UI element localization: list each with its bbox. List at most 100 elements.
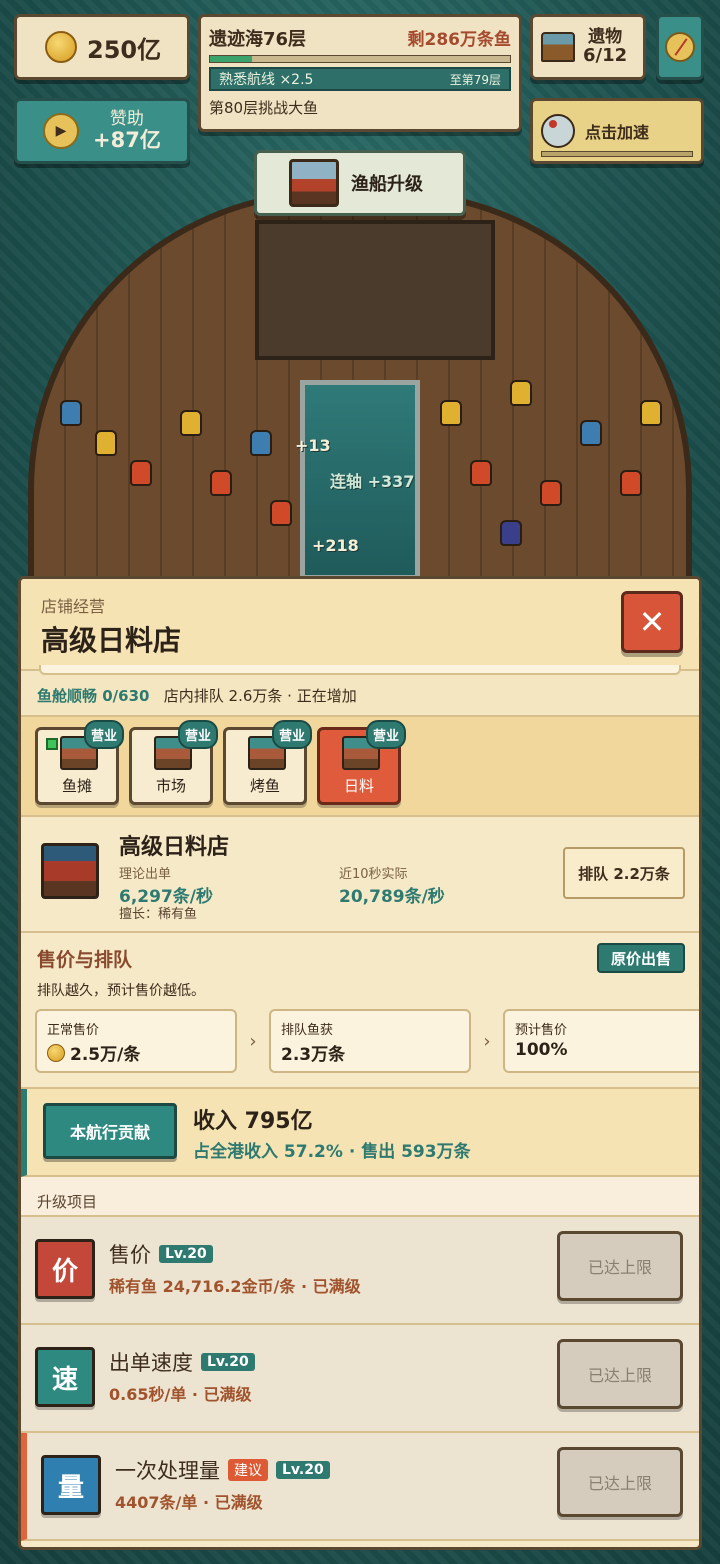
relic-count: 6/12: [583, 45, 628, 67]
boss-challenge-text: 第80层挑战大鱼: [209, 99, 319, 117]
income-value: 收入 795亿: [193, 1109, 313, 1134]
boost-label: 点击加速: [585, 123, 650, 142]
price-note: 排队越久，预计售价越低。: [37, 983, 205, 999]
tab-fish-stall[interactable]: 营业 鱼摊: [35, 720, 124, 805]
relic-text: 遗物 6/12: [583, 28, 627, 66]
relics-button[interactable]: 遗物 6/12: [530, 14, 646, 80]
fish-remaining: 剩286万条鱼: [407, 30, 512, 50]
queue-button[interactable]: 排队 2.2万条: [563, 847, 685, 899]
shop-specialty: 擅长：稀有鱼: [119, 907, 198, 922]
float-gain: +13: [295, 436, 331, 455]
expected-price-value: 100%: [515, 1040, 568, 1060]
level-progress-bar: [209, 55, 511, 63]
shop-name: 高级日料店: [119, 835, 230, 860]
expected-price-label: 预计售价: [515, 1023, 568, 1038]
open-badge: 营业: [177, 720, 218, 749]
shop-panel: 店铺经营 高级日料店 ✕ 鱼舱顺畅 0/630 店内排队 2.6万条 · 正在增…: [18, 576, 702, 1550]
relic-title: 遗物: [588, 26, 623, 47]
compass-button[interactable]: [656, 14, 704, 80]
queued-fish-value: 2.3万条: [281, 1045, 346, 1065]
close-button[interactable]: ✕: [621, 591, 683, 653]
panel-subtitle: 店铺经营: [41, 597, 106, 616]
normal-price-value-row: 2.5万/条: [47, 1040, 225, 1065]
stopwatch-icon: [541, 114, 575, 148]
hold-status: 鱼舱顺畅 0/630: [37, 687, 150, 705]
upgrade-name-row: 一次处理量 建议 Lv.20: [115, 1455, 330, 1485]
normal-price-label: 正常售价: [47, 1023, 100, 1038]
queue-status: 店内排队 2.6万条 · 正在增加: [163, 687, 357, 705]
maxed-button[interactable]: 已达上限: [557, 1447, 683, 1517]
ship-upgrade-button[interactable]: 渔船升级: [254, 150, 466, 216]
level-header: 遗迹海76层 剩286万条鱼: [209, 25, 511, 51]
voyage-contribution-button[interactable]: 本航行贡献: [43, 1103, 177, 1159]
panel-title: 高级日料店: [41, 624, 182, 657]
actual-label: 近10秒实际: [339, 867, 408, 882]
open-badge: 营业: [83, 720, 124, 749]
shop-info: 高级日料店 理论出单 6,297条/秒 近10秒实际 20,789条/秒 擅长：…: [21, 817, 699, 933]
upgrade-name-row: 出单速度 Lv.20: [109, 1347, 255, 1377]
tab-market[interactable]: 营业 市场: [129, 720, 218, 805]
level-title: 遗迹海76层: [209, 29, 307, 50]
level-tag: Lv.20: [159, 1245, 213, 1263]
sponsor-text: 赞助 +87亿: [93, 110, 161, 152]
level-tag: Lv.20: [276, 1461, 330, 1479]
float-combo: 连轴 +337: [330, 472, 415, 491]
price-section-title: 售价与排队: [37, 949, 133, 971]
crew-sprite: [510, 380, 532, 406]
route-bar: 熟悉航线 ×2.5 至第79层: [209, 67, 511, 91]
income-section: 本航行贡献 收入 795亿 占全港收入 57.2% · 售出 593万条: [21, 1089, 699, 1177]
panel-header: 店铺经营 高级日料店 ✕: [21, 579, 699, 675]
upgrade-row-price: 价 售价 Lv.20 稀有鱼 24,716.2金币/条 · 已满级 已达上限: [21, 1217, 699, 1325]
speed-upgrade-icon: 速: [35, 1347, 95, 1407]
sponsor-button[interactable]: ▶ 赞助 +87亿: [14, 98, 190, 164]
normal-price-card: 正常售价 2.5万/条: [35, 1009, 237, 1073]
crew-sprite: [640, 400, 662, 426]
upgrade-desc: 稀有鱼 24,716.2金币/条 · 已满级: [109, 1277, 361, 1296]
queued-fish-label: 排队鱼获: [281, 1023, 334, 1038]
crew-sprite: [440, 400, 462, 426]
actual-value: 20,789条/秒: [339, 887, 445, 907]
coin-icon: [47, 1043, 65, 1062]
price-section: 售价与排队 原价出售 排队越久，预计售价越低。 正常售价 2.5万/条 › 排队…: [21, 933, 699, 1089]
chevron-right-icon: ›: [483, 1030, 491, 1052]
boat-icon: [289, 159, 339, 207]
ship-cabin: [255, 220, 495, 360]
crew-sprite: [60, 400, 82, 426]
route-name: 熟悉航线 ×2.5: [219, 72, 314, 88]
coin-counter: 250亿: [14, 14, 190, 80]
shop-tabs: 营业 鱼摊 营业 市场 营业 烤鱼 营业 日料: [21, 717, 699, 817]
tab-grilled-fish[interactable]: 营业 烤鱼: [223, 720, 312, 805]
price-cards: 正常售价 2.5万/条 › 排队鱼获 2.3万条 › 预计售价 100%: [35, 1009, 699, 1073]
crew-sprite: [210, 470, 232, 496]
maxed-button[interactable]: 已达上限: [557, 1339, 683, 1409]
upgrade-desc: 4407条/单 · 已满级: [115, 1493, 263, 1512]
maxed-button[interactable]: 已达上限: [557, 1231, 683, 1301]
float-gain: +218: [312, 536, 359, 555]
compass-icon: [665, 32, 695, 62]
upgrade-desc: 0.65秒/单 · 已满级: [109, 1385, 252, 1404]
theory-label: 理论出单: [119, 867, 172, 882]
crew-sprite: [250, 430, 272, 456]
crew-sprite: [540, 480, 562, 506]
price-upgrade-icon: 价: [35, 1239, 95, 1299]
tab-japanese-cuisine[interactable]: 营业 日料: [317, 720, 406, 805]
upgrade-name: 出单速度: [109, 1351, 193, 1375]
route-goal: 至第79层: [449, 72, 501, 87]
play-video-icon: ▶: [43, 113, 79, 149]
treasure-chest-icon: [541, 32, 575, 62]
tab-label: 烤鱼: [249, 777, 280, 795]
tab-label: 鱼摊: [61, 777, 92, 795]
restaurant-building-icon: [41, 843, 99, 899]
tap-boost-button[interactable]: 点击加速: [530, 98, 704, 164]
normal-price-value: 2.5万/条: [70, 1045, 141, 1065]
chevron-right-icon: ›: [249, 1030, 257, 1052]
upgrade-name: 一次处理量: [115, 1459, 220, 1483]
flag-icon: [46, 738, 58, 750]
level-progress-fill: [210, 56, 252, 62]
crew-sprite: [580, 420, 602, 446]
level-panel[interactable]: 遗迹海76层 剩286万条鱼 熟悉航线 ×2.5 至第79层 第80层挑战大鱼: [198, 14, 522, 132]
boost-progress-bar: [541, 151, 693, 157]
expected-price-card: 预计售价 100%: [503, 1009, 699, 1073]
capacity-upgrade-icon: 量: [41, 1455, 101, 1515]
original-price-button[interactable]: 原价出售: [596, 943, 685, 973]
